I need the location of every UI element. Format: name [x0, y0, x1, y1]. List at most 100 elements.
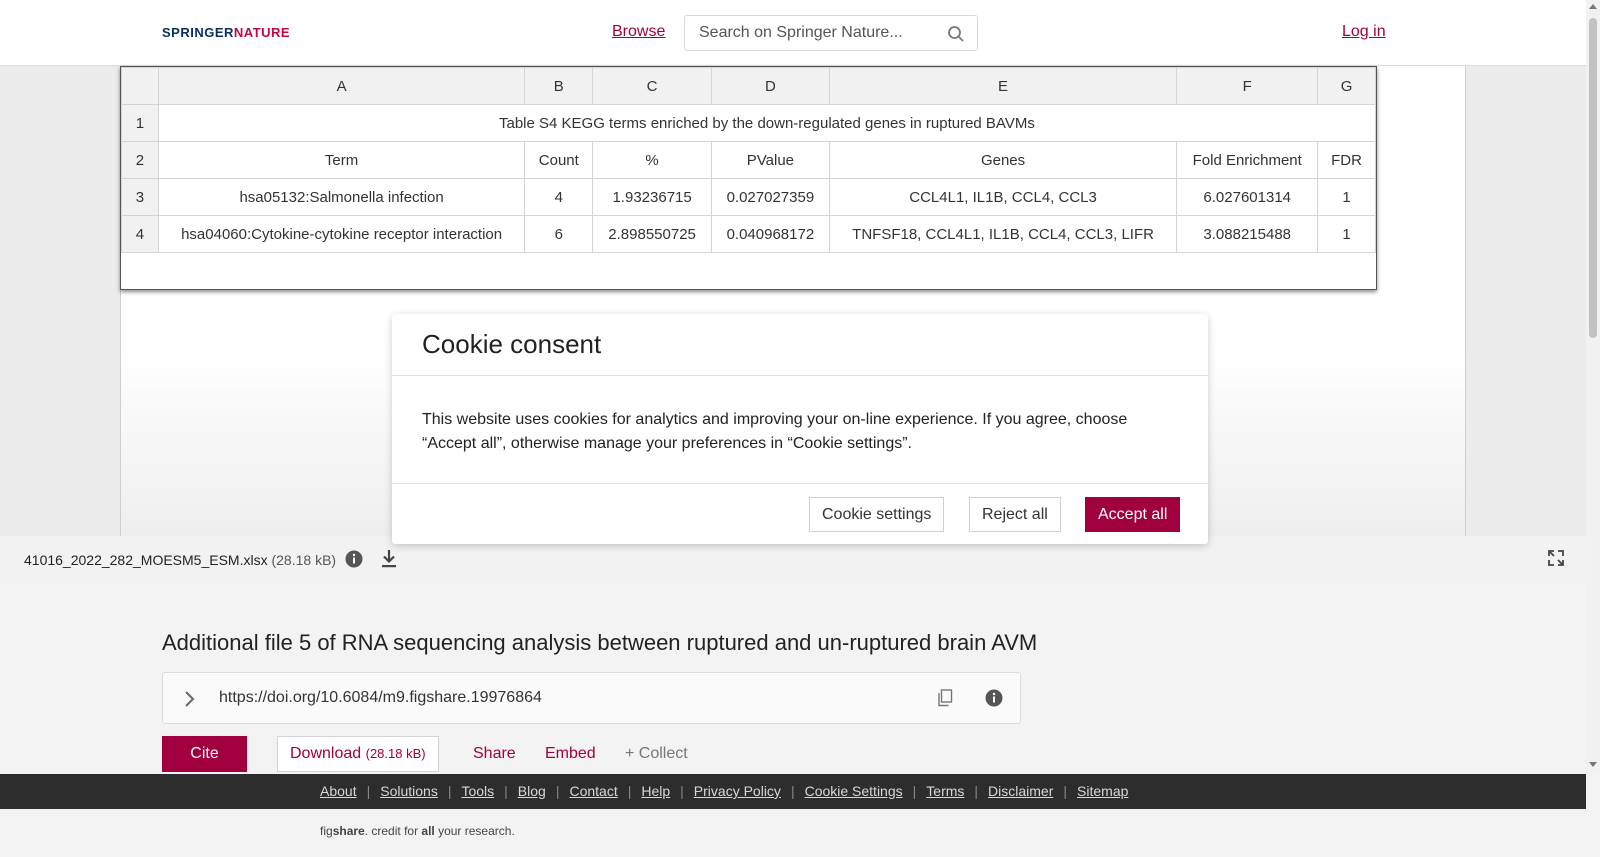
row-header: 3: [121, 178, 159, 216]
file-name-label: 41016_2022_282_MOESM5_ESM.xlsx (28.18 kB…: [24, 552, 336, 568]
table-cell: %: [592, 141, 712, 179]
footer-separator: |: [680, 783, 684, 799]
scroll-down-arrow[interactable]: [1589, 762, 1597, 767]
chevron-right-icon[interactable]: [183, 690, 195, 713]
footer-link-solutions[interactable]: Solutions: [380, 783, 438, 799]
footer-link-disclaimer[interactable]: Disclaimer: [988, 783, 1053, 799]
scroll-thumb[interactable]: [1589, 18, 1597, 338]
footer-bottom: figshare. credit for all your research.: [0, 809, 1586, 857]
item-actions: Cite Download (28.18 kB) Share Embed + C…: [162, 736, 1062, 772]
download-button[interactable]: Download (28.18 kB): [277, 736, 439, 772]
footer-separator: |: [504, 783, 508, 799]
table-cell: TNFSF18, CCL4L1, IL1B, CCL4, CCL3, LIFR: [828, 215, 1178, 253]
footer-link-about[interactable]: About: [320, 783, 357, 799]
column-header-g: G: [1317, 67, 1376, 105]
spreadsheet-table: A B C D E F G 1 Table S4 KEGG terms enri…: [121, 67, 1377, 253]
login-link[interactable]: Log in: [1342, 23, 1386, 41]
table-cell: 6: [524, 215, 594, 253]
footer-link-help[interactable]: Help: [641, 783, 670, 799]
column-header-d: D: [710, 67, 830, 105]
row-header: 2: [121, 141, 159, 179]
fullscreen-icon[interactable]: [1548, 550, 1564, 571]
tagline-end: your research.: [434, 824, 515, 838]
accept-all-button[interactable]: Accept all: [1085, 497, 1181, 532]
download-button-label: Download: [290, 745, 362, 762]
table-cell: hsa05132:Salmonella infection: [157, 178, 526, 216]
corner-cell: [121, 67, 159, 105]
cookie-consent-dialog: Cookie consent This website uses cookies…: [392, 314, 1208, 544]
row-header: 1: [121, 104, 159, 142]
column-header-e: E: [828, 67, 1178, 105]
top-header: SPRINGERNATURE Browse Log in: [0, 0, 1586, 66]
table-cell: 2.898550725: [592, 215, 712, 253]
tagline-fig: fig: [320, 824, 333, 838]
tagline-mid: . credit for: [364, 824, 422, 838]
footer-separator: |: [555, 783, 560, 799]
footer-link-sitemap[interactable]: Sitemap: [1077, 783, 1128, 799]
footer-link-tools[interactable]: Tools: [461, 783, 494, 799]
footer-separator: |: [974, 783, 979, 799]
file-size: (28.18 kB): [271, 552, 337, 568]
scroll-up-arrow[interactable]: [1589, 4, 1597, 9]
table-cell: FDR: [1317, 141, 1376, 179]
table-cell: 0.040968172: [710, 215, 830, 253]
copy-icon[interactable]: [937, 689, 953, 712]
column-header-c: C: [592, 67, 712, 105]
doi-box: https://doi.org/10.6084/m9.figshare.1997…: [162, 672, 1021, 724]
dialog-message: This website uses cookies for analytics …: [422, 411, 1128, 452]
footer-link-contact[interactable]: Contact: [569, 783, 617, 799]
cookie-settings-button[interactable]: Cookie settings: [809, 497, 945, 532]
table-row: 3 hsa05132:Salmonella infection 4 1.9323…: [121, 178, 1376, 216]
spreadsheet-preview: A B C D E F G 1 Table S4 KEGG terms enri…: [120, 66, 1377, 290]
table-cell: Term: [157, 141, 526, 179]
logo-part-nature: NATURE: [233, 25, 291, 40]
search-icon[interactable]: [947, 25, 965, 48]
cite-button[interactable]: Cite: [162, 736, 247, 772]
doi-link[interactable]: https://doi.org/10.6084/m9.figshare.1997…: [219, 689, 542, 707]
file-info-icon[interactable]: [345, 550, 363, 573]
table-cell: Fold Enrichment: [1176, 141, 1319, 179]
table-cell: 1: [1317, 215, 1376, 253]
table-cell: 4: [524, 178, 594, 216]
download-icon[interactable]: [380, 549, 398, 574]
table-cell: 1.93236715: [592, 178, 712, 216]
search-box: [684, 15, 978, 51]
footer-link-cookie-settings[interactable]: Cookie Settings: [805, 783, 903, 799]
footer-separator: |: [447, 783, 452, 799]
collect-link[interactable]: + Collect: [625, 745, 688, 763]
table-cell: 0.027027359: [710, 178, 830, 216]
footer-link-terms[interactable]: Terms: [926, 783, 964, 799]
browse-link[interactable]: Browse: [612, 23, 665, 41]
footer-separator: |: [627, 783, 632, 799]
logo-part-springer: SPRINGER: [162, 25, 234, 40]
springer-nature-logo[interactable]: SPRINGERNATURE: [162, 25, 290, 40]
footer-separator: |: [366, 783, 371, 799]
footer-separator: |: [912, 783, 917, 799]
item-title: Additional file 5 of RNA sequencing anal…: [162, 630, 1038, 655]
share-link[interactable]: Share: [473, 745, 516, 763]
tagline-share: share: [332, 824, 365, 838]
dialog-body: This website uses cookies for analytics …: [392, 376, 1208, 484]
table-row: 1 Table S4 KEGG terms enriched by the do…: [121, 104, 1377, 142]
doi-info-icon[interactable]: [985, 689, 1003, 712]
footer-separator: |: [1063, 783, 1068, 799]
table-cell: hsa04060:Cytokine-cytokine receptor inte…: [157, 215, 526, 253]
footer-bar: About | Solutions | Tools | Blog | Contact | …: [0, 774, 1586, 809]
table-cell: 3.088215488: [1176, 215, 1319, 253]
column-header-a: A: [157, 67, 526, 105]
footer-link-privacy-policy[interactable]: Privacy Policy: [694, 783, 781, 799]
item-details: Additional file 5 of RNA sequencing anal…: [0, 582, 1586, 774]
embed-link[interactable]: Embed: [545, 745, 596, 763]
reject-all-button[interactable]: Reject all: [969, 497, 1061, 532]
page-scrollbar[interactable]: [1586, 0, 1600, 774]
table-cell: 6.027601314: [1176, 178, 1319, 216]
table-row: 4 hsa04060:Cytokine-cytokine receptor in…: [121, 215, 1376, 253]
dialog-header: Cookie consent: [392, 314, 1208, 376]
footer-link-blog[interactable]: Blog: [518, 783, 546, 799]
search-input[interactable]: [699, 24, 929, 42]
footer-separator: |: [790, 783, 795, 799]
download-button-size: (28.18 kB): [365, 746, 426, 761]
dialog-footer: Cookie settings Reject all Accept all: [392, 484, 1208, 543]
footer-links: About | Solutions | Tools | Blog | Contact | …: [320, 783, 1128, 799]
tagline-all: all: [421, 824, 435, 838]
